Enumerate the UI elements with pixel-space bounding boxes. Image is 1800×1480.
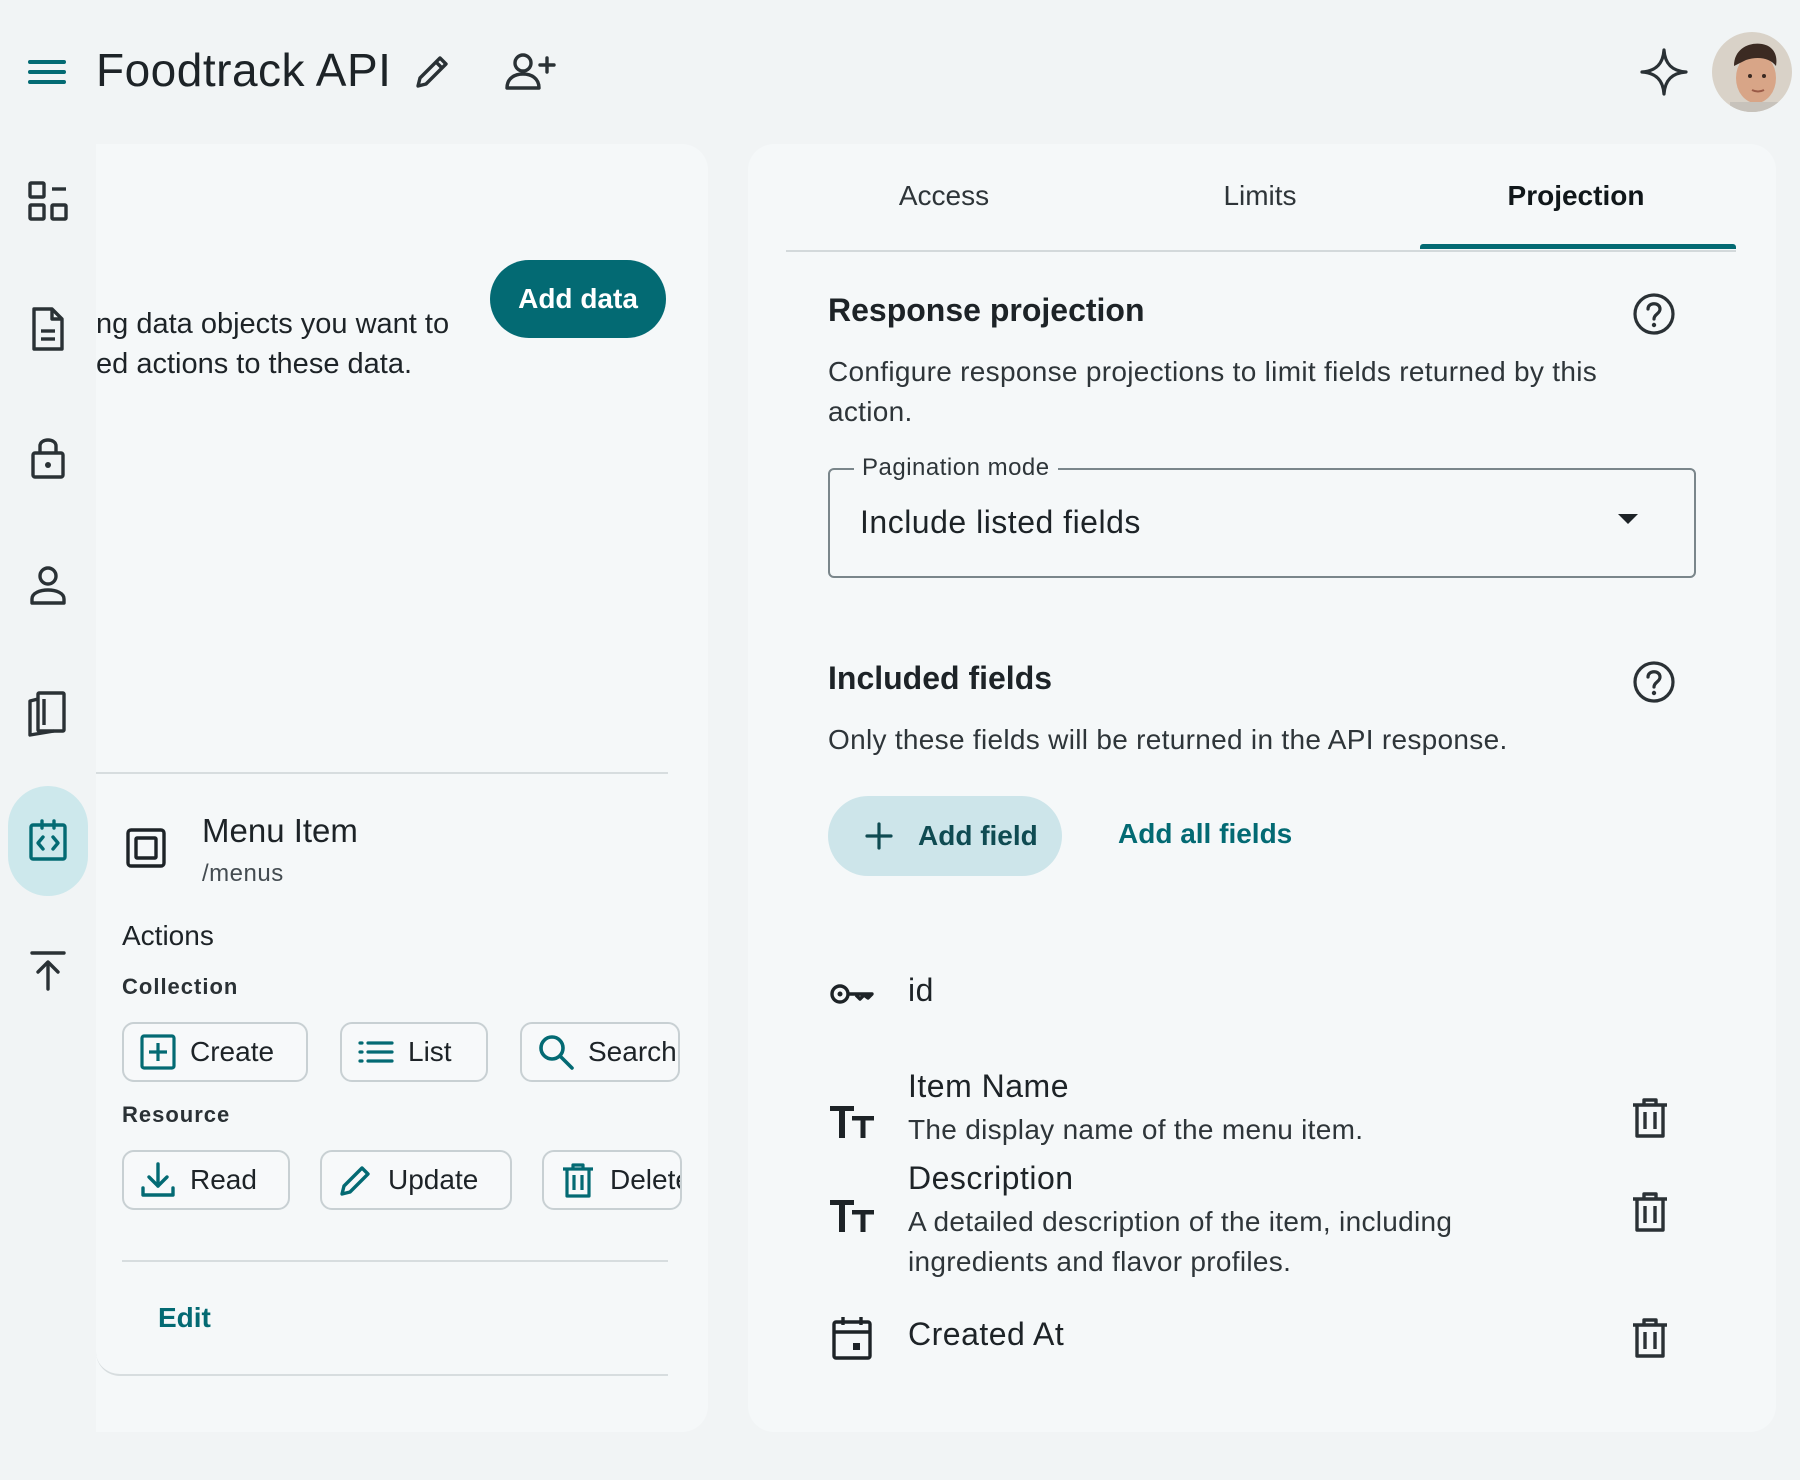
- read-action-label: Read: [190, 1164, 257, 1195]
- avatar[interactable]: [1712, 32, 1792, 112]
- action-settings-panel: Access Limits Projection Response projec…: [748, 144, 1776, 1432]
- entity-name: Menu Item: [202, 812, 358, 849]
- add-all-fields-link[interactable]: Add all fields: [1118, 818, 1292, 850]
- delete-field-icon[interactable]: [1628, 1316, 1672, 1360]
- search-icon: [539, 1035, 574, 1070]
- create-action-button[interactable]: Create: [122, 1022, 308, 1082]
- search-action-label: Search: [588, 1036, 677, 1067]
- entity-box-icon: [124, 826, 168, 870]
- list-action-button[interactable]: List: [340, 1022, 488, 1082]
- pagination-mode-select[interactable]: Pagination mode Include listed fields: [828, 454, 1696, 578]
- tab-limits[interactable]: Limits: [1102, 144, 1418, 248]
- pagination-mode-label: Pagination mode: [854, 454, 1058, 482]
- read-action-button[interactable]: Read: [122, 1150, 290, 1210]
- intro-text: ng data objects you want to ed actions t…: [96, 308, 450, 380]
- response-projection-title: Response projection: [828, 292, 1145, 328]
- text-type-icon: [828, 1192, 876, 1240]
- upload-icon[interactable]: [8, 914, 88, 1024]
- book-icon[interactable]: [8, 658, 88, 768]
- search-action-button[interactable]: Search: [520, 1022, 680, 1082]
- active-tab-indicator: [1420, 244, 1736, 249]
- overview-icon[interactable]: [8, 146, 88, 256]
- collection-heading: Collection: [122, 974, 239, 999]
- add-field-label: Add field: [918, 820, 1038, 851]
- add-data-button[interactable]: Add data: [490, 260, 666, 338]
- field-description: The display name of the menu item.: [908, 1114, 1364, 1145]
- person-icon[interactable]: [8, 530, 88, 640]
- field-name: Description: [908, 1160, 1074, 1196]
- add-person-icon[interactable]: [503, 48, 559, 96]
- delete-field-icon[interactable]: [1628, 1096, 1672, 1140]
- api-icon[interactable]: [8, 786, 88, 896]
- included-fields-title: Included fields: [828, 660, 1053, 696]
- divider: [122, 1260, 668, 1262]
- help-icon[interactable]: [1632, 660, 1676, 704]
- pagination-mode-value: Include listed fields: [860, 504, 1141, 540]
- document-icon[interactable]: [8, 274, 88, 384]
- response-projection-description: Configure response projections to limit …: [828, 356, 1598, 427]
- add-box-icon: [140, 1034, 176, 1070]
- plus-icon: [865, 822, 893, 850]
- field-name: Created At: [908, 1316, 1065, 1352]
- tab-access[interactable]: Access: [786, 144, 1102, 248]
- edit-entity-link[interactable]: Edit: [158, 1302, 211, 1334]
- update-action-label: Update: [388, 1164, 479, 1195]
- data-objects-panel: ng data objects you want to ed actions t…: [96, 144, 708, 1432]
- field-name: id: [908, 972, 934, 1008]
- pencil-icon: [340, 1166, 370, 1196]
- trash-icon: [563, 1163, 593, 1198]
- entity-path: /menus: [202, 860, 284, 887]
- create-action-label: Create: [190, 1036, 275, 1067]
- included-fields-description: Only these fields will be returned in th…: [828, 724, 1508, 755]
- dropdown-arrow-icon: [1618, 514, 1638, 524]
- delete-action-button[interactable]: Delete: [542, 1150, 682, 1210]
- update-action-button[interactable]: Update: [320, 1150, 512, 1210]
- edit-pencil-icon[interactable]: [408, 48, 456, 96]
- tab-projection[interactable]: Projection: [1418, 144, 1734, 248]
- lock-icon[interactable]: [8, 402, 88, 512]
- entity-card: Menu Item /menus Actions Collection Crea…: [96, 772, 682, 1376]
- tab-bar: Access Limits Projection: [786, 144, 1736, 252]
- delete-field-icon[interactable]: [1628, 1190, 1672, 1234]
- top-app-bar: Foodtrack API: [0, 0, 1800, 140]
- actions-heading: Actions: [122, 920, 214, 951]
- field-name: Item Name: [908, 1068, 1069, 1104]
- field-description: A detailed description of the item, incl…: [908, 1206, 1453, 1277]
- list-icon: [358, 1041, 394, 1063]
- add-field-button[interactable]: Add field: [828, 796, 1062, 876]
- resource-heading: Resource: [122, 1102, 231, 1127]
- key-icon: [828, 970, 876, 1018]
- page-title: Foodtrack API: [96, 44, 392, 96]
- text-type-icon: [828, 1098, 876, 1146]
- list-action-label: List: [408, 1036, 452, 1067]
- calendar-icon: [828, 1314, 876, 1362]
- sparkle-icon[interactable]: [1638, 46, 1690, 98]
- help-icon[interactable]: [1632, 292, 1676, 336]
- delete-action-label: Delete: [610, 1164, 680, 1195]
- menu-icon[interactable]: [22, 50, 72, 94]
- download-icon: [141, 1162, 175, 1197]
